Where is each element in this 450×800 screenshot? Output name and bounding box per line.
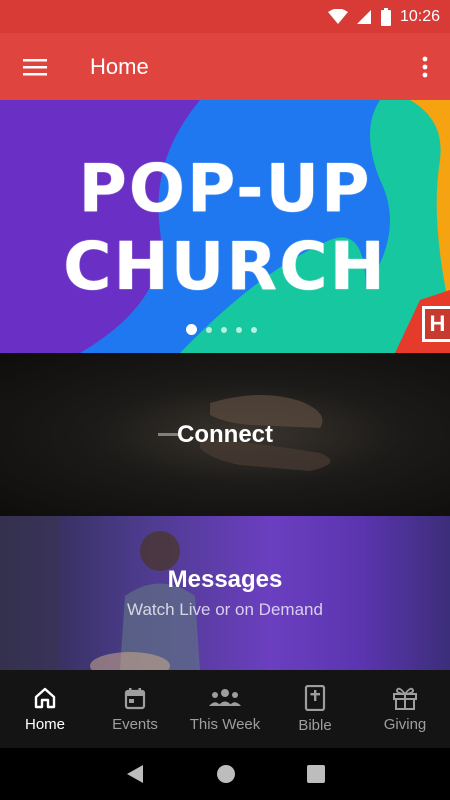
calendar-icon	[124, 687, 146, 709]
messages-title: Messages	[167, 566, 283, 593]
battery-icon	[380, 7, 391, 26]
status-bar: 10:26	[0, 0, 450, 33]
more-vert-icon	[422, 56, 428, 77]
bible-icon	[304, 684, 326, 711]
carousel-dot-active[interactable]	[186, 324, 197, 335]
home-circle-icon[interactable]	[216, 764, 236, 784]
group-icon	[209, 688, 241, 706]
banner-carousel[interactable]: POP-UP CHURCH H	[0, 100, 450, 353]
nav-events[interactable]: Events	[90, 670, 180, 748]
nav-home[interactable]: Home	[0, 670, 90, 748]
carousel-dot[interactable]	[251, 326, 257, 333]
nav-events-label: Events	[112, 715, 158, 733]
menu-button[interactable]	[0, 33, 70, 100]
bottom-navigation: Home Events This Week Bible Giving	[0, 670, 450, 748]
messages-card[interactable]: Messages Watch Live or on Demand	[0, 516, 450, 670]
app-bar: Home	[0, 33, 450, 100]
nav-home-label: Home	[24, 715, 65, 733]
carousel-dot[interactable]	[206, 326, 212, 333]
carousel-dot[interactable]	[221, 326, 227, 333]
nav-bible-label: Bible	[298, 716, 332, 734]
messages-subtitle: Watch Live or on Demand	[127, 600, 323, 619]
carousel-indicator	[186, 324, 257, 335]
banner-title-line2: CHURCH	[63, 228, 387, 305]
nav-this-week[interactable]: This Week	[180, 670, 270, 748]
overflow-menu-button[interactable]	[400, 33, 450, 100]
status-time: 10:26	[399, 7, 440, 25]
brand-logo: H	[422, 306, 450, 342]
home-icon	[34, 687, 56, 708]
gift-icon	[393, 687, 417, 710]
carousel-dot[interactable]	[236, 326, 242, 333]
connect-title: Connect	[177, 420, 273, 448]
cell-signal-icon	[356, 9, 371, 24]
page-title: Home	[90, 53, 149, 79]
nav-this-week-label: This Week	[189, 715, 261, 733]
connect-card[interactable]: Connect	[0, 353, 450, 516]
nav-giving-label: Giving	[383, 715, 427, 733]
wifi-icon	[327, 8, 348, 24]
system-navigation-bar	[0, 748, 450, 800]
banner-title-line1: POP-UP	[78, 150, 372, 227]
nav-bible[interactable]: Bible	[270, 670, 360, 748]
back-icon[interactable]	[125, 764, 145, 784]
nav-giving[interactable]: Giving	[360, 670, 450, 748]
recents-icon[interactable]	[306, 765, 325, 783]
hamburger-menu-icon	[23, 58, 47, 75]
